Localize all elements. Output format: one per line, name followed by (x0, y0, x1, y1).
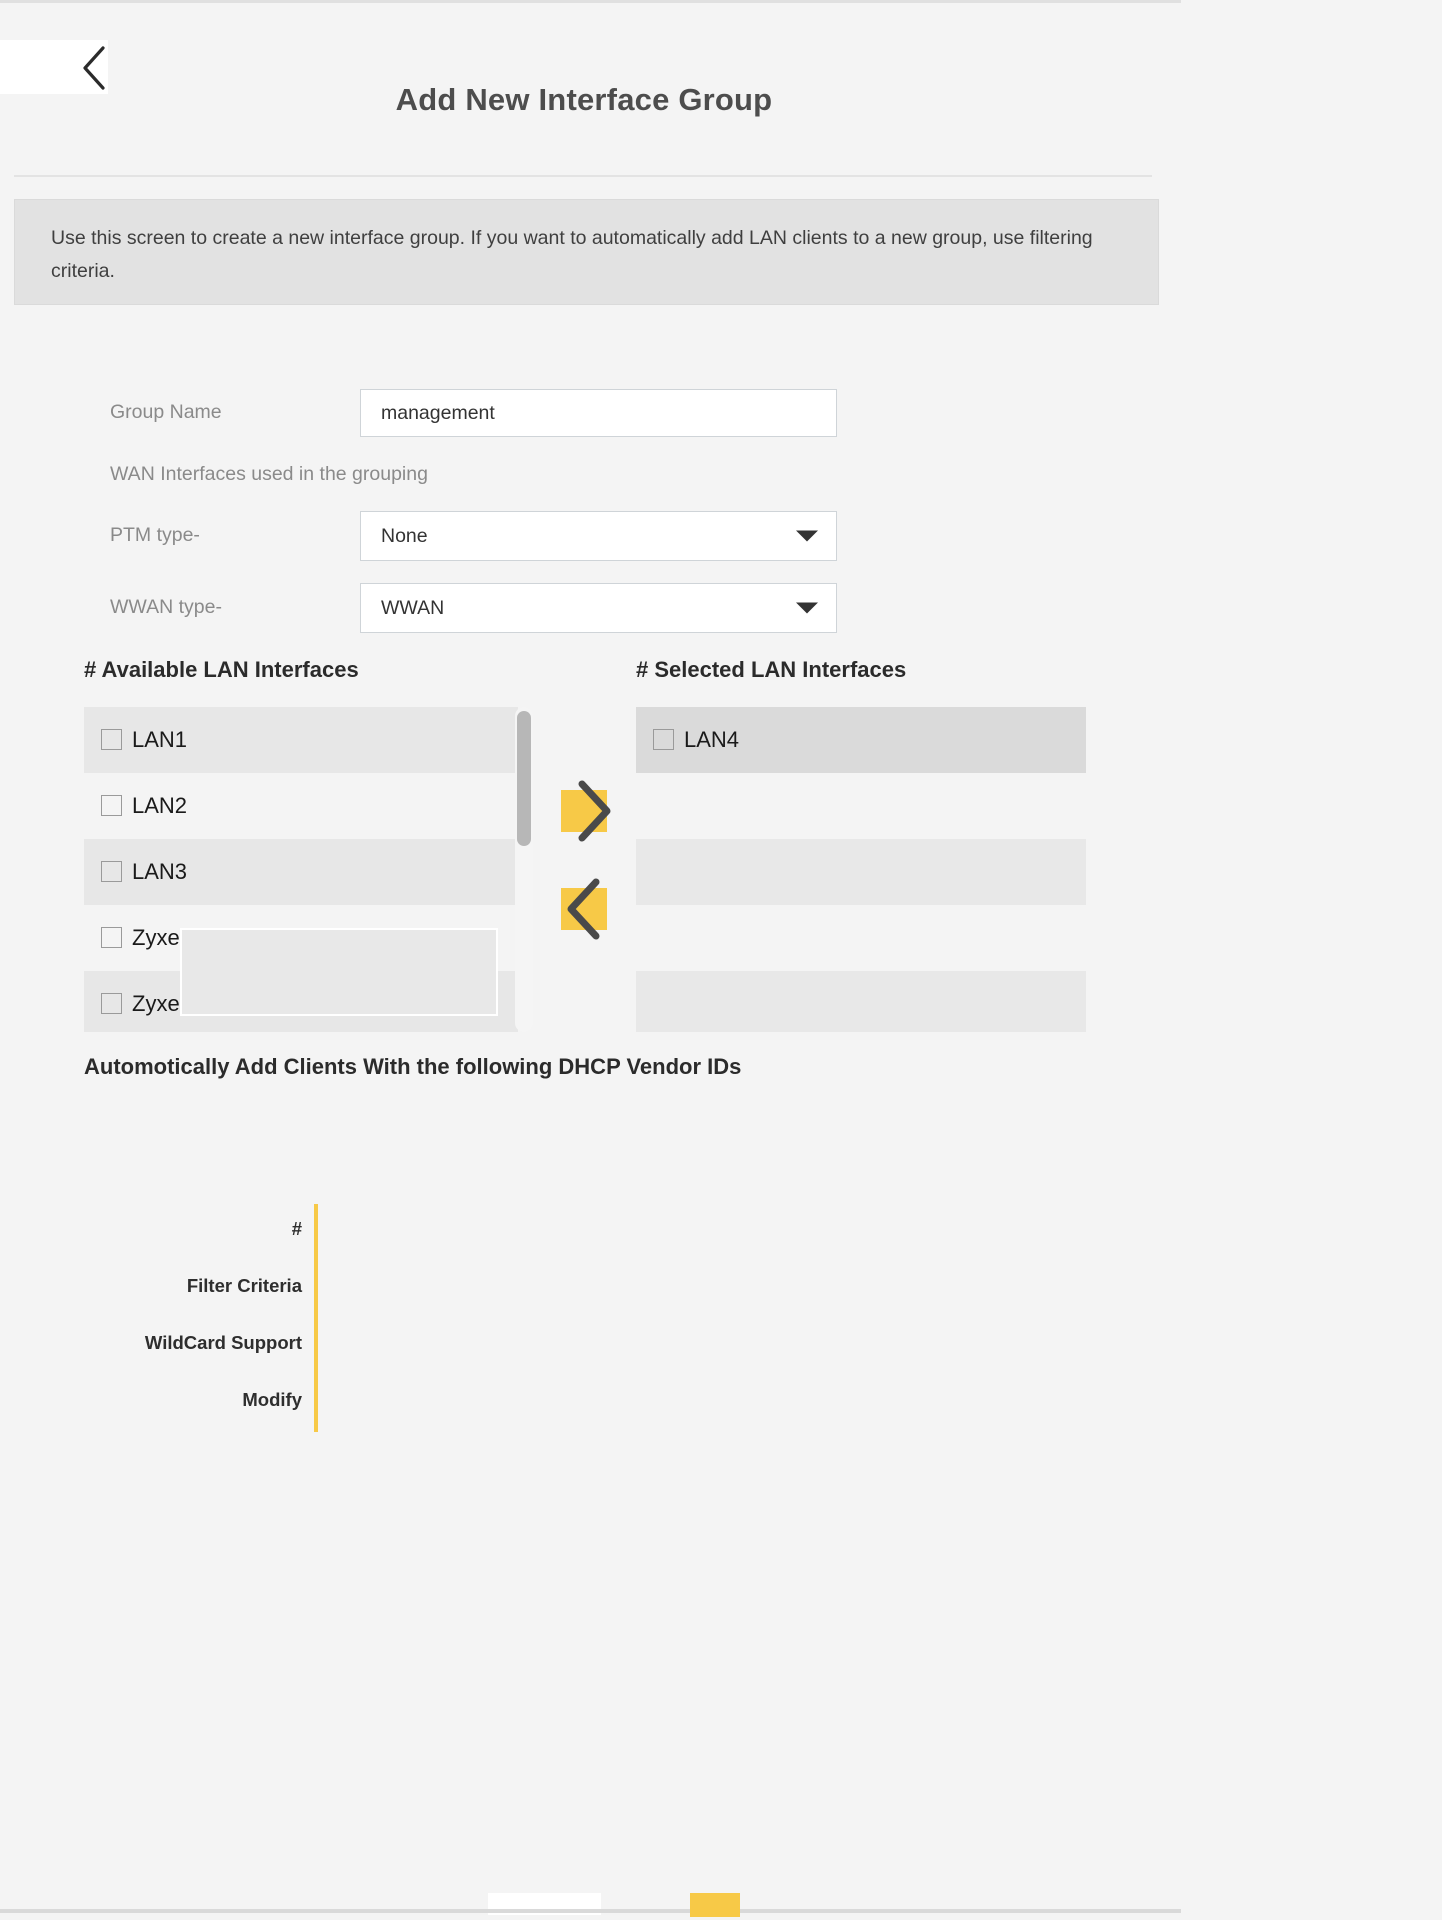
checkbox[interactable] (101, 729, 122, 750)
list-item-label: LAN3 (132, 859, 188, 884)
table-row-filter-criteria: Filter Criteria (186, 1275, 302, 1296)
checkbox[interactable] (101, 927, 122, 948)
info-note-text: Use this screen to create a new interfac… (51, 227, 1093, 282)
checkbox[interactable] (101, 795, 122, 816)
list-item[interactable]: LAN3 (84, 839, 518, 905)
footer-actions: Cancel OK (0, 1500, 1181, 1560)
list-item-empty[interactable] (636, 773, 1086, 839)
list-item-empty[interactable] (636, 905, 1086, 971)
outer-background (1181, 0, 1442, 1920)
selected-list-heading: # Selected LAN Interfaces (636, 657, 907, 682)
page-title: Add New Interface Group (395, 82, 773, 117)
available-list-scrollbar[interactable] (515, 707, 533, 1032)
ptm-type-label: PTM type- (110, 524, 200, 546)
checkbox[interactable] (101, 993, 122, 1014)
selected-lan-list[interactable]: LAN4 (636, 707, 1086, 1032)
list-item-label: LAN4 (684, 727, 740, 752)
list-item[interactable]: LAN1 (84, 707, 518, 773)
top-divider (0, 0, 1181, 3)
page-viewport: Add New Interface Group Use this screen … (0, 0, 1181, 1920)
group-name-input[interactable] (360, 389, 837, 437)
group-name-label: Group Name (110, 401, 222, 423)
chevron-down-icon (796, 602, 818, 614)
wwan-type-value: WWAN (381, 597, 445, 619)
ptm-type-select[interactable]: None (360, 511, 837, 561)
list-item[interactable]: LAN2 (84, 773, 518, 839)
wwan-type-select[interactable]: WWAN (360, 583, 837, 633)
checkbox[interactable] (653, 729, 674, 750)
scrollbar-thumb[interactable] (517, 711, 531, 846)
info-note: Use this screen to create a new interfac… (14, 199, 1159, 305)
table-row-modify: Modify (242, 1389, 302, 1410)
dhcp-vendor-heading: Automotically Add Clients With the follo… (84, 1054, 742, 1079)
list-item[interactable] (636, 839, 1086, 905)
list-item-label: LAN1 (132, 727, 188, 752)
screen-root: Add New Interface Group Use this screen … (0, 0, 1442, 1920)
checkbox[interactable] (101, 861, 122, 882)
table-accent-divider (314, 1204, 318, 1432)
table-row-index: # (291, 1218, 302, 1239)
table-row-wildcard-support: WildCard Support (144, 1332, 302, 1353)
move-left-button[interactable] (561, 888, 607, 930)
ptm-type-value: None (381, 525, 428, 547)
footer-divider (0, 1909, 1181, 1913)
ok-button-tile (690, 1893, 740, 1917)
tooltip-overlay (180, 928, 498, 1016)
list-item[interactable]: LAN4 (636, 707, 1086, 773)
available-list-heading: # Available LAN Interfaces (84, 657, 359, 682)
header-divider (14, 175, 1152, 177)
list-item[interactable] (636, 971, 1086, 1032)
list-item-label: Zyxe (132, 991, 180, 1016)
list-item-label: LAN2 (132, 793, 188, 818)
list-item-label: Zyxe (132, 925, 180, 950)
filter-criteria-table: # Filter Criteria WildCard Support Modif… (84, 1200, 324, 1428)
move-right-button[interactable] (561, 790, 607, 832)
wwan-type-label: WWAN type- (110, 596, 222, 618)
wan-section-label: WAN Interfaces used in the grouping (110, 463, 428, 485)
chevron-down-icon (796, 530, 818, 542)
